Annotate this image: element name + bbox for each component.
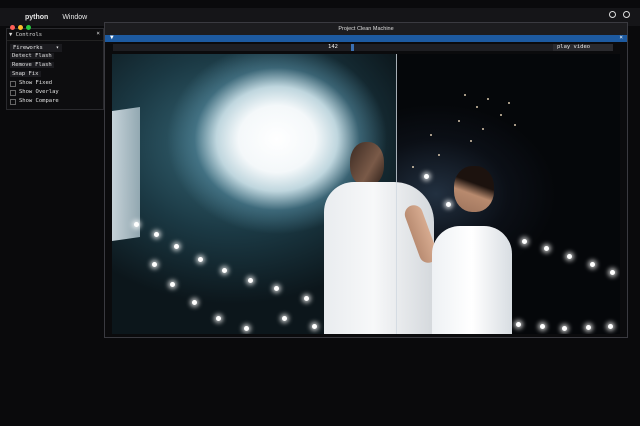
string-light [282, 316, 287, 321]
string-light [154, 232, 159, 237]
show-compare-checkbox[interactable]: Show Compare [10, 97, 103, 106]
string-light [446, 202, 451, 207]
window-titlebar[interactable]: Project Clean Machine [105, 23, 627, 35]
string-light [610, 270, 615, 275]
firework-spark [458, 120, 460, 122]
menu-window[interactable]: Window [62, 14, 87, 21]
main-window: Project Clean Machine ▼ × 142 play video [104, 22, 628, 338]
string-light [192, 300, 197, 305]
firework-spark [500, 114, 502, 116]
firework-spark [476, 106, 478, 108]
string-light [222, 268, 227, 273]
firework-spark [482, 128, 484, 130]
string-light [174, 244, 179, 249]
string-light [198, 257, 203, 262]
viewer-header-bar[interactable]: ▼ × [105, 34, 627, 42]
string-light [134, 222, 139, 227]
show-fixed-checkbox[interactable]: Show Fixed [10, 79, 103, 88]
frame-value: 142 [328, 44, 338, 50]
string-light [590, 262, 595, 267]
building-silhouette [112, 107, 140, 241]
show-overlay-checkbox[interactable]: Show Overlay [10, 88, 103, 97]
checkbox-icon [10, 80, 16, 87]
string-light [312, 324, 317, 329]
menu-app-python[interactable]: python [25, 14, 48, 21]
string-light [562, 326, 567, 331]
bride-figure-head [454, 166, 494, 212]
string-light [540, 324, 545, 329]
firework-spark [470, 140, 472, 142]
string-light [216, 316, 221, 321]
collapse-triangle-icon[interactable]: ▼ [9, 32, 16, 38]
checkbox-icon [10, 89, 16, 96]
string-light [152, 262, 157, 267]
firework-spark [514, 124, 516, 126]
control-center-icon[interactable] [623, 11, 630, 18]
snap-fix-button[interactable]: Snap Fix [10, 70, 103, 79]
remove-flash-button[interactable]: Remove Flash [10, 61, 103, 70]
firework-spark [464, 94, 466, 96]
string-light [608, 324, 613, 329]
shield-icon[interactable] [609, 11, 616, 18]
window-title: Project Clean Machine [338, 26, 394, 32]
close-window-icon[interactable] [10, 25, 15, 30]
string-light [304, 296, 309, 301]
controls-title: Controls [15, 31, 43, 38]
detect-flash-button[interactable]: Detect Flash [10, 52, 103, 61]
zoom-window-icon[interactable] [26, 25, 31, 30]
string-light [244, 326, 249, 331]
controls-panel: ▼ Controls × Fireworks ▾ Detect Flash Re… [6, 25, 104, 110]
collapse-triangle-icon[interactable]: ▼ [110, 34, 114, 41]
minimize-window-icon[interactable] [18, 25, 23, 30]
preset-select[interactable]: Fireworks ▾ [10, 44, 62, 52]
string-light [424, 174, 429, 179]
string-light [586, 325, 591, 330]
firework-spark [430, 134, 432, 136]
string-light [248, 278, 253, 283]
string-light [522, 239, 527, 244]
string-light [274, 286, 279, 291]
string-light [567, 254, 572, 259]
firework-spark [508, 102, 510, 104]
bride-figure [432, 226, 512, 334]
firework-spark [487, 98, 489, 100]
status-icons [609, 11, 630, 18]
firework-spark [412, 166, 414, 168]
chevron-down-icon: ▾ [55, 45, 59, 51]
groom-figure-head [350, 142, 384, 186]
close-icon[interactable]: × [96, 30, 100, 37]
preset-value: Fireworks [13, 45, 43, 51]
firework-spark [438, 154, 440, 156]
toolbar: 142 play video [105, 42, 627, 52]
checkbox-icon [10, 98, 16, 105]
frame-slider[interactable]: 142 [113, 44, 553, 51]
string-light [516, 322, 521, 327]
string-light [170, 282, 175, 287]
play-video-button[interactable]: play video [553, 44, 613, 51]
string-light [544, 246, 549, 251]
window-controls [10, 25, 31, 30]
slider-handle[interactable] [351, 44, 354, 51]
controls-header[interactable]: ▼ Controls × [7, 29, 103, 41]
close-icon[interactable]: × [619, 34, 623, 41]
compare-divider[interactable] [396, 54, 397, 334]
video-frame-image [112, 54, 620, 334]
